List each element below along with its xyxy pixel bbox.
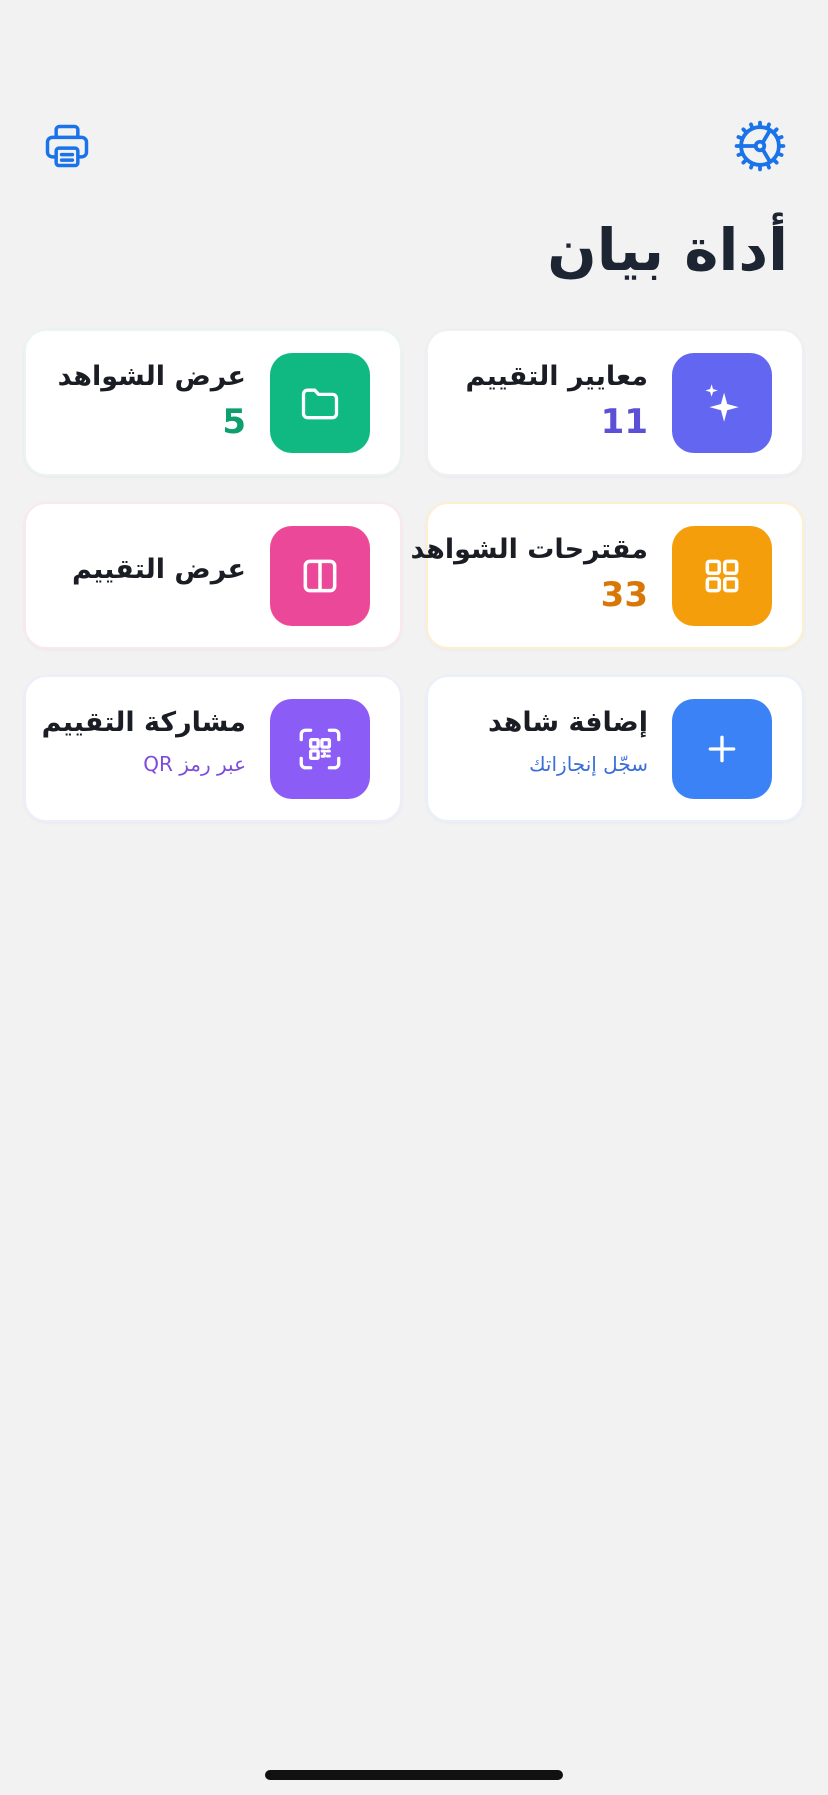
evidence-suggestions-title: مقترحات الشواهد xyxy=(410,534,648,565)
home-screen: أداة بيان عرض الشواهد 5 معايير التقييم 1… xyxy=(0,0,828,1795)
evaluation-criteria-title: معايير التقييم xyxy=(465,361,648,392)
share-evaluation-card[interactable]: مشاركة التقييم عبر رمز QR xyxy=(24,675,402,822)
view-evidence-tile xyxy=(270,353,370,453)
sparkles-icon xyxy=(705,384,739,422)
gear-icon xyxy=(734,120,786,172)
view-evaluation-card[interactable]: عرض التقييم xyxy=(24,502,402,649)
settings-button[interactable] xyxy=(732,118,788,174)
share-evaluation-subtitle: عبر رمز QR xyxy=(143,752,246,776)
evidence-count: 5 xyxy=(222,402,246,442)
evidence-suggestions-tile xyxy=(672,526,772,626)
add-evidence-card[interactable]: إضافة شاهد سجّل إنجازاتك xyxy=(426,675,804,822)
qr-code-icon xyxy=(299,728,341,770)
page-title: أداة بيان xyxy=(547,216,788,284)
add-evidence-title: إضافة شاهد xyxy=(488,707,648,738)
criteria-count: 11 xyxy=(600,402,648,442)
view-evidence-card[interactable]: عرض الشواهد 5 xyxy=(24,329,402,476)
print-button[interactable] xyxy=(39,118,95,174)
columns-icon xyxy=(303,559,337,593)
evaluation-criteria-card[interactable]: معايير التقييم 11 xyxy=(426,329,804,476)
evaluation-criteria-tile xyxy=(672,353,772,453)
share-evaluation-title: مشاركة التقييم xyxy=(41,707,246,738)
view-evaluation-title: عرض التقييم xyxy=(71,554,246,585)
add-evidence-tile xyxy=(672,699,772,799)
share-evaluation-tile xyxy=(270,699,370,799)
plus-icon xyxy=(708,735,736,763)
folder-icon xyxy=(301,388,339,420)
evidence-suggestions-card[interactable]: مقترحات الشواهد 33 xyxy=(410,502,804,649)
add-evidence-subtitle: سجّل إنجازاتك xyxy=(529,752,648,776)
printer-icon xyxy=(45,124,89,168)
view-evaluation-tile xyxy=(270,526,370,626)
home-indicator[interactable] xyxy=(265,1770,563,1780)
suggestions-count: 33 xyxy=(600,575,648,615)
grid-icon xyxy=(705,559,739,593)
view-evidence-title: عرض الشواهد xyxy=(57,361,246,392)
dashboard-grid: عرض الشواهد 5 معايير التقييم 11 عرض التق… xyxy=(24,329,804,822)
